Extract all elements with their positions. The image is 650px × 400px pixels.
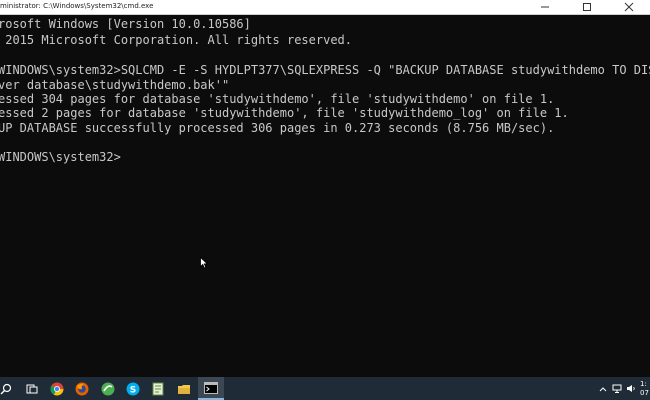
window-title: ministrator: C:\Windows\System32\cmd.exe <box>0 2 154 10</box>
file-explorer-taskbar-button[interactable] <box>172 377 196 400</box>
console-line: essed 2 pages for database 'studywithdem… <box>0 106 569 120</box>
search-icon <box>0 383 12 394</box>
skype-icon: S <box>126 382 140 395</box>
firefox-taskbar-button[interactable] <box>70 377 94 400</box>
console-output[interactable]: rosoft Windows [Version 10.0.10586] 2015… <box>0 15 650 377</box>
cmd-taskbar-button[interactable] <box>198 377 224 400</box>
maximize-icon <box>583 3 591 11</box>
clock-time: 1: <box>640 379 647 388</box>
speaker-icon <box>627 385 635 392</box>
cmd-icon <box>204 381 218 394</box>
console-prompt[interactable]: WINDOWS\system32> <box>0 150 121 164</box>
window-controls <box>524 0 650 14</box>
chrome-taskbar-button[interactable] <box>45 377 69 400</box>
console-line: essed 304 pages for database 'studywithd… <box>0 92 555 106</box>
console-line: rosoft Windows [Version 10.0.10586] <box>0 17 251 31</box>
task-view-button[interactable] <box>20 377 44 400</box>
show-hidden-icons-button[interactable] <box>597 377 609 400</box>
browser-icon <box>101 382 115 395</box>
taskbar: S 1: 07 <box>0 377 650 400</box>
close-icon <box>624 2 634 12</box>
svg-text:S: S <box>130 385 136 395</box>
close-button[interactable] <box>608 0 650 14</box>
notepad-taskbar-button[interactable] <box>146 377 170 400</box>
minimize-icon <box>541 6 549 8</box>
maximize-button[interactable] <box>566 0 608 14</box>
network-icon <box>612 384 622 393</box>
skype-taskbar-button[interactable]: S <box>121 377 145 400</box>
search-button[interactable] <box>0 377 18 400</box>
taskbar-clock[interactable]: 1: 07 <box>640 380 650 398</box>
volume-button[interactable] <box>625 377 637 400</box>
network-button[interactable] <box>611 377 623 400</box>
window-title-bar[interactable]: ministrator: C:\Windows\System32\cmd.exe <box>0 0 650 15</box>
task-view-icon <box>26 384 38 393</box>
firefox-icon <box>75 382 89 395</box>
console-line: WINDOWS\system32>SQLCMD -E -S HYDLPT377\… <box>0 63 650 77</box>
chrome-icon <box>50 382 64 395</box>
console-line: 2015 Microsoft Corporation. All rights r… <box>0 33 353 47</box>
browser-taskbar-button[interactable] <box>96 377 120 400</box>
notepad-icon <box>152 382 164 395</box>
minimize-button[interactable] <box>524 0 566 14</box>
file-explorer-icon <box>178 384 190 394</box>
console-line: UP DATABASE successfully processed 306 p… <box>0 121 555 135</box>
desktop-screen: ministrator: C:\Windows\System32\cmd.exe… <box>0 0 650 400</box>
mouse-pointer-icon <box>200 257 208 269</box>
chevron-up-icon <box>599 386 607 391</box>
system-tray: 1: 07 <box>595 377 650 400</box>
console-line: ver database\studywithdemo.bak'" <box>0 78 230 92</box>
clock-date: 07 <box>640 388 649 397</box>
